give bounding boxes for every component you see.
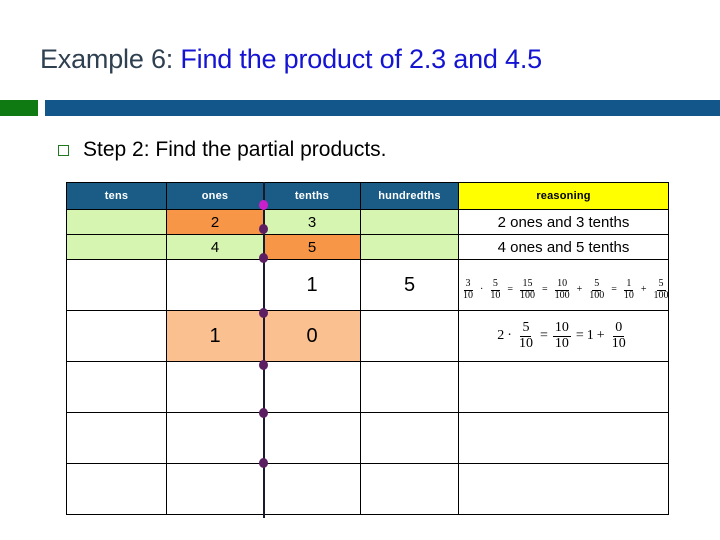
table-row: 4 5 4 ones and 5 tenths — [66, 234, 669, 260]
cell-tenths: 3 — [263, 209, 361, 235]
cell-reasoning: 2 ones and 3 tenths — [458, 209, 669, 235]
place-value-table: tens ones tenths hundredths reasoning 2 … — [66, 182, 669, 515]
table-row: 2 3 2 ones and 3 tenths — [66, 209, 669, 235]
table-row — [66, 361, 669, 413]
cell-ones — [166, 361, 264, 413]
fraction: 1 10 — [623, 278, 634, 301]
cell-tens — [66, 259, 167, 311]
cell-tens — [66, 234, 167, 260]
decimal-point-dot — [259, 360, 268, 370]
decimal-point-dot — [259, 253, 268, 263]
divider-bar-blue — [45, 100, 720, 116]
table-row — [66, 463, 669, 515]
cell-tens — [66, 412, 167, 464]
cell-hundredths: 5 — [360, 259, 459, 311]
cell-ones: 1 — [166, 310, 264, 362]
cell-tens — [66, 361, 167, 413]
cell-hundredths — [360, 361, 459, 413]
cell-tens — [66, 209, 167, 235]
header-hundredths: hundredths — [360, 182, 459, 210]
equation-row3: 3 10 · 5 10 = 15 100 = 10 100 + 5 100 = 1 10 +… — [463, 278, 669, 301]
cell-ones: 2 — [166, 209, 264, 235]
table-header-row: tens ones tenths hundredths reasoning — [66, 182, 669, 210]
cell-ones — [166, 259, 264, 311]
cell-hundredths — [360, 412, 459, 464]
cell-tens — [66, 310, 167, 362]
table-row: 1 5 3 10 · 5 10 = 15 100 = 10 100 + 5 100 = 1 — [66, 259, 669, 311]
cell-reasoning-equation: 3 10 · 5 10 = 15 100 = 10 100 + 5 100 = 1 10 +… — [458, 259, 669, 311]
header-tenths: tenths — [263, 182, 361, 210]
equation-row4: 2 · 5 10 = 10 10 = 1 + 0 10 — [497, 319, 626, 351]
table-row: 1 0 2 · 5 10 = 10 10 = 1 + 0 10 — [66, 310, 669, 362]
place-value-table-container: tens ones tenths hundredths reasoning 2 … — [66, 182, 669, 515]
fraction: 5 10 — [518, 319, 533, 351]
fraction: 0 10 — [611, 319, 626, 351]
cell-tenths: 1 — [263, 259, 361, 311]
fraction: 5 100 — [653, 278, 669, 301]
step-bullet-line: Step 2: Find the partial products. — [58, 138, 387, 162]
table-row — [66, 412, 669, 464]
cell-reasoning — [458, 412, 669, 464]
fraction: 3 10 — [463, 278, 473, 301]
cell-tenths: 5 — [263, 234, 361, 260]
cell-tenths — [263, 412, 361, 464]
cell-ones — [166, 463, 264, 515]
cell-hundredths — [360, 234, 459, 260]
cell-reasoning — [458, 361, 669, 413]
divider-accent-green — [0, 100, 38, 116]
fraction: 10 10 — [552, 319, 571, 351]
cell-tenths — [263, 361, 361, 413]
cell-reasoning — [458, 463, 669, 515]
cell-tens — [66, 463, 167, 515]
header-ones: ones — [166, 182, 264, 210]
square-bullet-icon — [58, 144, 69, 156]
cell-tenths — [263, 463, 361, 515]
decimal-point-dot — [259, 200, 268, 210]
decimal-point-dot — [259, 308, 268, 318]
fraction: 5 10 — [490, 278, 501, 301]
decimal-point-dot — [259, 458, 268, 468]
decimal-point-dot — [259, 408, 268, 418]
page-title-lead: Example 6: — [40, 44, 174, 74]
fraction: 5 100 — [589, 278, 605, 301]
page-title: Example 6: Find the product of 2.3 and 4… — [40, 42, 542, 76]
cell-ones — [166, 412, 264, 464]
cell-ones: 4 — [166, 234, 264, 260]
decimal-point-dot — [259, 224, 268, 234]
cell-reasoning-equation: 2 · 5 10 = 10 10 = 1 + 0 10 — [458, 310, 669, 362]
page-title-main: Find the product of 2.3 and 4.5 — [173, 44, 542, 74]
step-label: Step 2: Find the partial products. — [83, 138, 387, 161]
fraction: 10 100 — [554, 278, 570, 301]
cell-hundredths — [360, 463, 459, 515]
header-tens: tens — [66, 182, 167, 210]
cell-tenths: 0 — [263, 310, 361, 362]
cell-hundredths — [360, 310, 459, 362]
fraction: 15 100 — [519, 278, 535, 301]
header-reasoning: reasoning — [458, 182, 669, 210]
cell-reasoning: 4 ones and 5 tenths — [458, 234, 669, 260]
cell-hundredths — [360, 209, 459, 235]
